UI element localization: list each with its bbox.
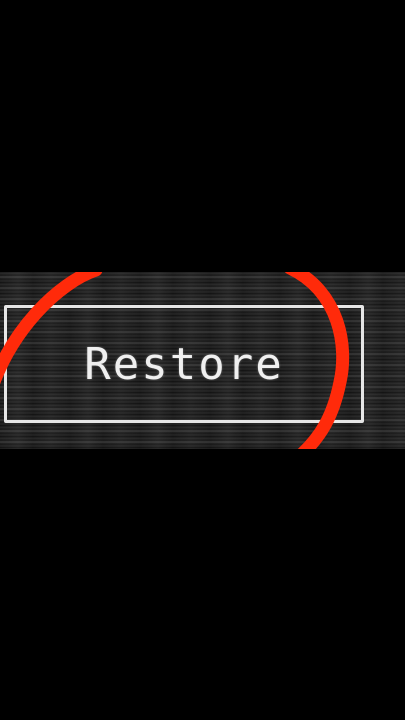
restore-button-label: Restore [84,338,284,390]
restore-button[interactable]: Restore [4,305,364,423]
screen-capture-band: Restore [0,272,405,449]
video-frame: Restore [0,0,405,720]
